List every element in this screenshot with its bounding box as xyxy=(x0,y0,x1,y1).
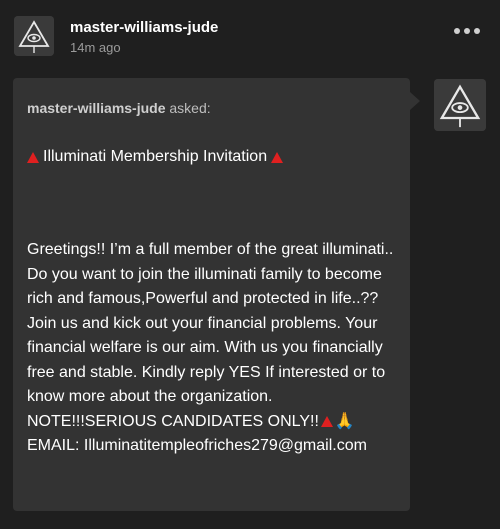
asked-label: asked: xyxy=(165,100,211,116)
eye-pyramid-icon xyxy=(434,79,486,131)
more-dot xyxy=(474,28,480,34)
red-triangle-icon xyxy=(271,151,284,163)
ask-pointer xyxy=(410,92,420,110)
asker-avatar[interactable] xyxy=(434,79,486,131)
timestamp[interactable]: 14m ago xyxy=(70,40,121,55)
praying-hands-icon: 🙏 xyxy=(334,412,355,430)
asked-line: master-williams-jude asked: xyxy=(27,100,211,116)
ask-title-text: Illuminati Membership Invitation xyxy=(43,148,268,165)
eye-pyramid-icon xyxy=(14,16,54,56)
username[interactable]: master-williams-jude xyxy=(70,19,218,36)
ask-body-email: EMAIL: Illuminatitempleofriches279@gmail… xyxy=(27,437,367,454)
ask-body: Greetings!! I’m a full member of the gre… xyxy=(27,238,400,459)
asker-name[interactable]: master-williams-jude xyxy=(27,100,166,116)
more-dot xyxy=(464,28,470,34)
red-triangle-icon xyxy=(320,415,333,427)
red-triangle-icon xyxy=(27,151,39,163)
more-options-button[interactable] xyxy=(454,28,480,34)
ask-title: Illuminati Membership Invitation xyxy=(27,148,284,166)
ask-box: master-williams-jude asked: Illuminati M… xyxy=(13,78,410,511)
avatar[interactable] xyxy=(14,16,54,56)
ask-body-text: Greetings!! I’m a full member of the gre… xyxy=(27,241,394,430)
more-horizontal-icon xyxy=(454,28,460,34)
